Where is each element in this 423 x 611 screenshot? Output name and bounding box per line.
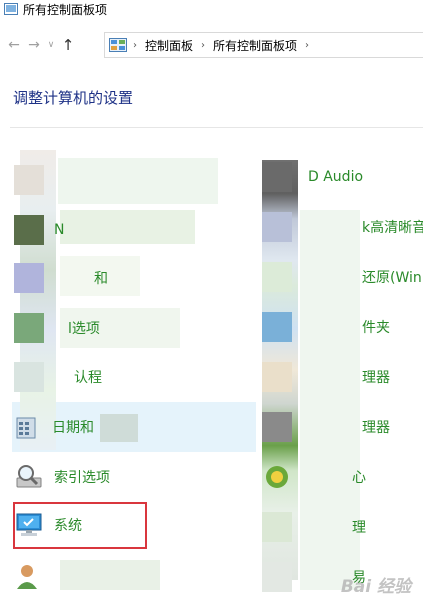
- blur-mosaic: [58, 158, 218, 204]
- cp-item-user-accounts[interactable]: [14, 556, 54, 596]
- calendar-icon: [16, 417, 36, 439]
- cp-item[interactable]: 心: [262, 457, 366, 497]
- user-accounts-icon: [17, 565, 37, 589]
- cp-item-label: 心: [352, 470, 366, 486]
- cp-item-label: D Audio: [308, 169, 364, 185]
- cp-item-label: 理器: [362, 420, 390, 436]
- blurred-icon: [14, 215, 44, 245]
- cp-item[interactable]: 还原(Win: [262, 257, 422, 297]
- indexing-options-icon: [16, 465, 42, 488]
- cp-item[interactable]: l选项: [14, 308, 100, 348]
- blurred-icon: [262, 262, 292, 292]
- cp-item-label: 还原(Win: [362, 270, 422, 286]
- green-globe-icon: [266, 466, 288, 488]
- blurred-icon: [262, 162, 292, 192]
- cp-item-label: k高清晰音: [362, 220, 423, 236]
- up-button[interactable]: ↑: [58, 33, 78, 57]
- breadcrumb-all-items[interactable]: 所有控制面板项: [213, 37, 297, 54]
- divider: [10, 127, 423, 128]
- breadcrumb-separator: ›: [201, 39, 206, 51]
- control-panel-icon: [4, 3, 18, 15]
- cp-item-label: 和: [94, 271, 108, 287]
- blur-mosaic: [60, 560, 160, 590]
- breadcrumb-control-panel[interactable]: 控制面板: [145, 37, 193, 54]
- cp-item[interactable]: D Audio: [262, 157, 363, 197]
- blur-mosaic: [60, 210, 195, 244]
- blur-mosaic: [100, 414, 138, 442]
- cp-item-label: 理: [352, 520, 366, 536]
- breadcrumb-separator: ›: [305, 39, 310, 51]
- cp-item[interactable]: 认程: [14, 357, 102, 397]
- cp-item-label: l选项: [68, 321, 100, 337]
- blurred-icon: [262, 412, 292, 442]
- cp-item-label: 日期和: [52, 420, 94, 436]
- window-title: 所有控制面板项: [23, 2, 108, 17]
- blurred-icon: [262, 562, 292, 592]
- page-title: 调整计算机的设置: [13, 89, 134, 107]
- navigation-bar: ← → ∨ ↑ › 控制面板 › 所有控制面板项 ›: [0, 30, 423, 60]
- cp-item-label: 认程: [74, 370, 102, 386]
- cp-item-label: 件夹: [362, 320, 390, 336]
- blurred-icon: [14, 313, 44, 343]
- cp-item-label: 索引选项: [54, 470, 110, 486]
- cp-item-date-time[interactable]: 日期和: [14, 407, 94, 447]
- title-bar: 所有控制面板项: [0, 0, 423, 18]
- watermark: Bai 经验: [340, 577, 411, 597]
- blurred-icon: [262, 212, 292, 242]
- cp-item-label: 理器: [362, 370, 390, 386]
- address-bar[interactable]: › 控制面板 › 所有控制面板项 ›: [104, 32, 423, 58]
- cp-item[interactable]: [14, 160, 54, 200]
- cp-item[interactable]: 件夹: [262, 307, 390, 347]
- cp-item-indexing-options[interactable]: 索引选项: [14, 457, 110, 497]
- cp-item[interactable]: 理: [262, 507, 366, 547]
- cp-item-label: N: [54, 222, 65, 238]
- back-button[interactable]: ←: [4, 33, 24, 57]
- cp-item[interactable]: 理器: [262, 407, 390, 447]
- forward-button[interactable]: →: [24, 33, 44, 57]
- cp-item[interactable]: 理器: [262, 357, 390, 397]
- cp-item[interactable]: 和: [14, 258, 108, 298]
- blurred-icon: [14, 263, 44, 293]
- breadcrumb-separator: ›: [133, 39, 137, 51]
- blurred-icon: [14, 165, 44, 195]
- cp-item[interactable]: N: [14, 210, 64, 250]
- blurred-icon: [262, 312, 292, 342]
- blurred-icon: [14, 362, 44, 392]
- control-panel-location-icon: [109, 38, 127, 52]
- highlight-frame: [13, 502, 147, 549]
- recent-locations-button[interactable]: ∨: [44, 33, 58, 57]
- blurred-icon: [262, 362, 292, 392]
- blurred-icon: [262, 512, 292, 542]
- cp-item[interactable]: k高清晰音: [262, 207, 423, 247]
